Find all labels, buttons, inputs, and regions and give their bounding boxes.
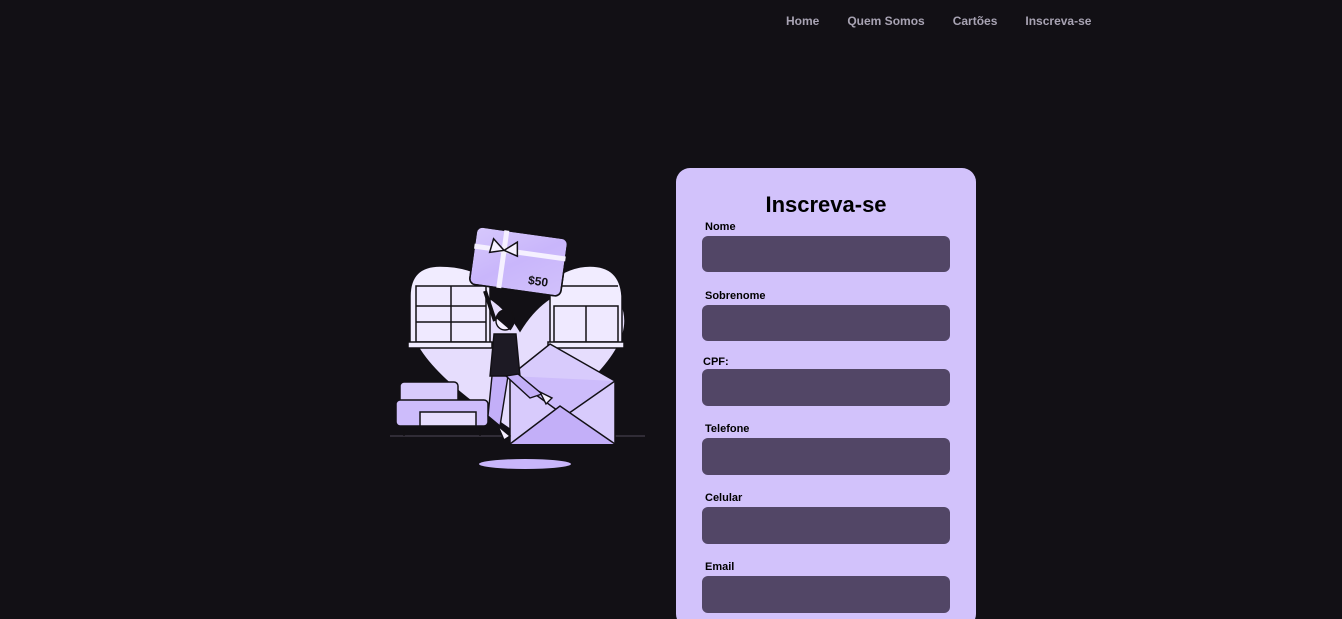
sobrenome-label: Sobrenome — [705, 290, 766, 302]
email-input[interactable] — [702, 576, 950, 613]
telefone-input[interactable] — [702, 438, 950, 475]
celular-input[interactable] — [702, 507, 950, 544]
nav-quem-somos[interactable]: Quem Somos — [847, 14, 924, 28]
nome-input[interactable] — [702, 236, 950, 272]
nome-label: Nome — [705, 221, 736, 233]
nav-inscreva-se[interactable]: Inscreva-se — [1025, 14, 1091, 28]
email-label: Email — [705, 561, 735, 573]
gift-card-illustration: $50 — [390, 226, 645, 469]
top-nav: Home Quem Somos Cartões Inscreva-se — [786, 14, 1091, 28]
gift-card: $50 — [469, 226, 569, 297]
page: Home Quem Somos Cartões Inscreva-se $50 … — [0, 0, 1342, 619]
gift-card-value: $50 — [527, 273, 549, 290]
telefone-label: Telefone — [705, 423, 750, 435]
signup-form-card: Inscreva-se Nome Sobrenome CPF: Telefone… — [676, 168, 976, 619]
cpf-label: CPF: — [703, 356, 729, 368]
nav-home[interactable]: Home — [786, 14, 819, 28]
sobrenome-input[interactable] — [702, 305, 950, 341]
cpf-input[interactable] — [702, 369, 950, 406]
celular-label: Celular — [705, 492, 743, 504]
form-title: Inscreva-se — [765, 192, 887, 217]
nav-cartoes[interactable]: Cartões — [953, 14, 998, 28]
